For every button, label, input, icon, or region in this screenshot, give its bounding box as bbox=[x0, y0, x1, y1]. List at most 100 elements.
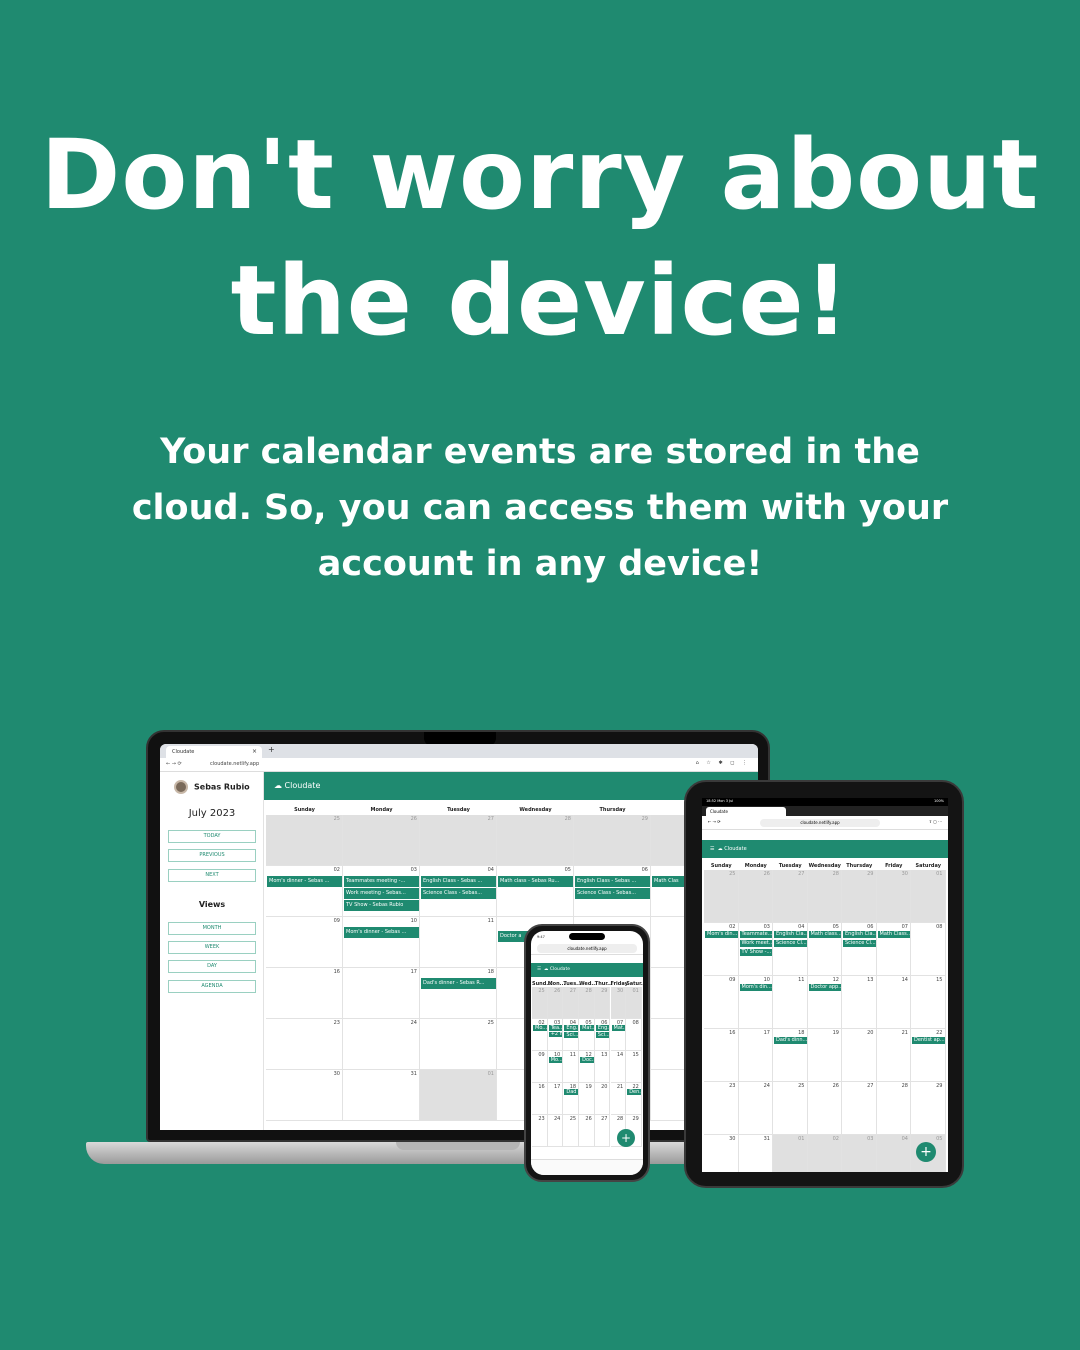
calendar-event[interactable]: Tea... bbox=[548, 1025, 563, 1031]
calendar-event[interactable]: Mo... bbox=[533, 1025, 547, 1031]
new-tab-icon[interactable]: + bbox=[268, 745, 275, 754]
address-url[interactable]: cloudate.netlify.app bbox=[210, 761, 259, 767]
avatar[interactable] bbox=[174, 780, 188, 794]
day-cell[interactable]: 28 bbox=[876, 1082, 911, 1135]
day-cell[interactable]: 16 bbox=[532, 1083, 548, 1115]
day-cell[interactable]: 01 bbox=[773, 1135, 808, 1172]
day-cell[interactable]: 11 bbox=[773, 976, 808, 1029]
day-cell[interactable]: 22 bbox=[626, 1083, 642, 1115]
day-cell[interactable]: 11 bbox=[563, 1051, 580, 1083]
day-cell[interactable]: 01 bbox=[420, 1070, 497, 1121]
calendar-event[interactable]: Mom's din... bbox=[739, 984, 772, 991]
day-cell[interactable]: 17 bbox=[547, 1083, 564, 1115]
calendar-event[interactable]: Den... bbox=[627, 1089, 641, 1095]
calendar-event[interactable]: Dad's dinner - Sebas R... bbox=[421, 978, 496, 989]
calendar-event[interactable]: Sci... bbox=[595, 1032, 610, 1038]
day-cell[interactable]: 23 bbox=[532, 1115, 548, 1147]
day-cell[interactable]: 21 bbox=[876, 1029, 911, 1082]
browser-toolbar-icons[interactable]: ⌂ ☆ ✱ ◻ ⋮ bbox=[696, 760, 750, 766]
day-cell[interactable]: 31 bbox=[343, 1070, 420, 1121]
day-cell[interactable]: 26 bbox=[343, 815, 420, 866]
day-cell[interactable]: 14 bbox=[876, 976, 911, 1029]
calendar-event[interactable]: Mom's din... bbox=[705, 931, 738, 938]
day-cell[interactable]: 19 bbox=[807, 1029, 842, 1082]
calendar-event[interactable]: Math class... bbox=[808, 931, 841, 938]
day-cell[interactable]: 24 bbox=[343, 1019, 420, 1070]
day-cell[interactable]: 29 bbox=[594, 987, 611, 1019]
calendar-event[interactable]: Doctor app... bbox=[808, 984, 841, 991]
day-cell[interactable]: 09 bbox=[266, 917, 343, 968]
day-cell[interactable]: 01 bbox=[911, 870, 946, 923]
day-cell[interactable]: 27 bbox=[773, 870, 808, 923]
calendar-event[interactable]: +2 more bbox=[548, 1032, 563, 1037]
calendar-event[interactable]: Doc... bbox=[580, 1057, 594, 1063]
day-cell[interactable]: 11 bbox=[420, 917, 497, 968]
day-cell[interactable]: 28 bbox=[579, 987, 595, 1019]
day-cell[interactable]: 07 bbox=[610, 1019, 627, 1051]
day-cell[interactable]: 15 bbox=[911, 976, 946, 1029]
day-cell[interactable]: 21 bbox=[610, 1083, 627, 1115]
day-cell[interactable]: 23 bbox=[266, 1019, 343, 1070]
day-cell[interactable]: 26 bbox=[579, 1115, 595, 1147]
calendar-event[interactable]: Teammate... bbox=[739, 931, 772, 938]
day-cell[interactable]: 10 bbox=[547, 1051, 564, 1083]
calendar-event[interactable]: Science Cl... bbox=[843, 940, 876, 947]
day-cell[interactable]: 13 bbox=[594, 1051, 611, 1083]
browser-tab[interactable]: Cloudate × bbox=[166, 746, 262, 758]
calendar-event[interactable]: Mom's dinner - Sebas ... bbox=[267, 876, 342, 887]
tablet-address-bar[interactable]: ← → ⟳ cloudate.netlify.app ⇪ ◻ ⋯ bbox=[702, 816, 948, 830]
day-cell[interactable]: 29 bbox=[574, 815, 651, 866]
calendar-event[interactable]: Science Cl... bbox=[774, 940, 807, 947]
tablet-address-url[interactable]: cloudate.netlify.app bbox=[760, 819, 880, 827]
calendar-event[interactable]: Mat... bbox=[611, 1025, 626, 1031]
day-cell[interactable]: 05 bbox=[579, 1019, 595, 1051]
day-cell[interactable]: 08 bbox=[626, 1019, 642, 1051]
calendar-event[interactable]: Science Class - Sebas... bbox=[421, 888, 496, 899]
day-cell[interactable]: 30 bbox=[704, 1135, 739, 1172]
calendar-event[interactable]: Eng... bbox=[595, 1025, 610, 1031]
day-cell[interactable]: 10 bbox=[343, 917, 420, 968]
calendar-event[interactable]: English Cla... bbox=[843, 931, 876, 938]
day-cell[interactable]: 09 bbox=[704, 976, 739, 1029]
calendar-event[interactable]: English Class - Sebas ... bbox=[421, 876, 496, 887]
day-cell[interactable]: 03 bbox=[842, 1135, 877, 1172]
day-cell[interactable]: 23 bbox=[704, 1082, 739, 1135]
user-profile[interactable]: Sebas Rubio bbox=[174, 780, 250, 794]
day-cell[interactable]: 29 bbox=[842, 870, 877, 923]
day-cell[interactable]: 30 bbox=[266, 1070, 343, 1121]
week-view-button[interactable]: WEEK bbox=[168, 941, 256, 954]
browser-toolbar-icons[interactable]: ⇪ ◻ ⋯ bbox=[929, 819, 942, 824]
day-cell[interactable]: 19 bbox=[579, 1083, 595, 1115]
day-cell[interactable]: 09 bbox=[532, 1051, 548, 1083]
day-view-button[interactable]: DAY bbox=[168, 960, 256, 973]
calendar-event[interactable]: Math Class... bbox=[877, 931, 910, 938]
nav-arrows-icon[interactable]: ← → ⟳ bbox=[708, 819, 721, 824]
calendar-event[interactable]: Dentist ap... bbox=[912, 1037, 945, 1044]
phone-address-bar[interactable]: cloudate.netlify.app bbox=[531, 943, 643, 955]
day-cell[interactable]: 02 bbox=[807, 1135, 842, 1172]
day-cell[interactable]: 25 bbox=[532, 987, 548, 1019]
day-cell[interactable]: 24 bbox=[738, 1082, 773, 1135]
month-view-button[interactable]: MONTH bbox=[168, 922, 256, 935]
day-cell[interactable]: 30 bbox=[610, 987, 627, 1019]
calendar-event[interactable]: Science Class - Sebas... bbox=[575, 888, 650, 899]
calendar-event[interactable]: Work meet... bbox=[739, 940, 772, 947]
day-cell[interactable]: 29 bbox=[911, 1082, 946, 1135]
calendar-event[interactable]: English Cla... bbox=[774, 931, 807, 938]
day-cell[interactable]: 28 bbox=[497, 815, 574, 866]
day-cell[interactable]: 15 bbox=[626, 1051, 642, 1083]
add-event-button[interactable]: + bbox=[617, 1129, 635, 1147]
day-cell[interactable]: 04 bbox=[876, 1135, 911, 1172]
day-cell[interactable]: 28 bbox=[807, 870, 842, 923]
day-cell[interactable]: 31 bbox=[739, 1135, 773, 1172]
day-cell[interactable]: 25 bbox=[420, 1019, 497, 1070]
day-cell[interactable]: 25 bbox=[266, 815, 343, 866]
tablet-browser-tab[interactable]: Cloudate bbox=[706, 807, 786, 816]
calendar-event[interactable]: Teammates meeting -... bbox=[344, 876, 419, 887]
calendar-event[interactable]: Dad bbox=[564, 1089, 579, 1095]
day-cell[interactable]: 26 bbox=[547, 987, 564, 1019]
day-cell[interactable]: 17 bbox=[738, 1029, 773, 1082]
day-cell[interactable]: 27 bbox=[420, 815, 497, 866]
day-cell[interactable]: 08 bbox=[911, 923, 946, 976]
browser-address-bar[interactable]: ← → ⟳ cloudate.netlify.app ⌂ ☆ ✱ ◻ ⋮ bbox=[160, 758, 758, 772]
